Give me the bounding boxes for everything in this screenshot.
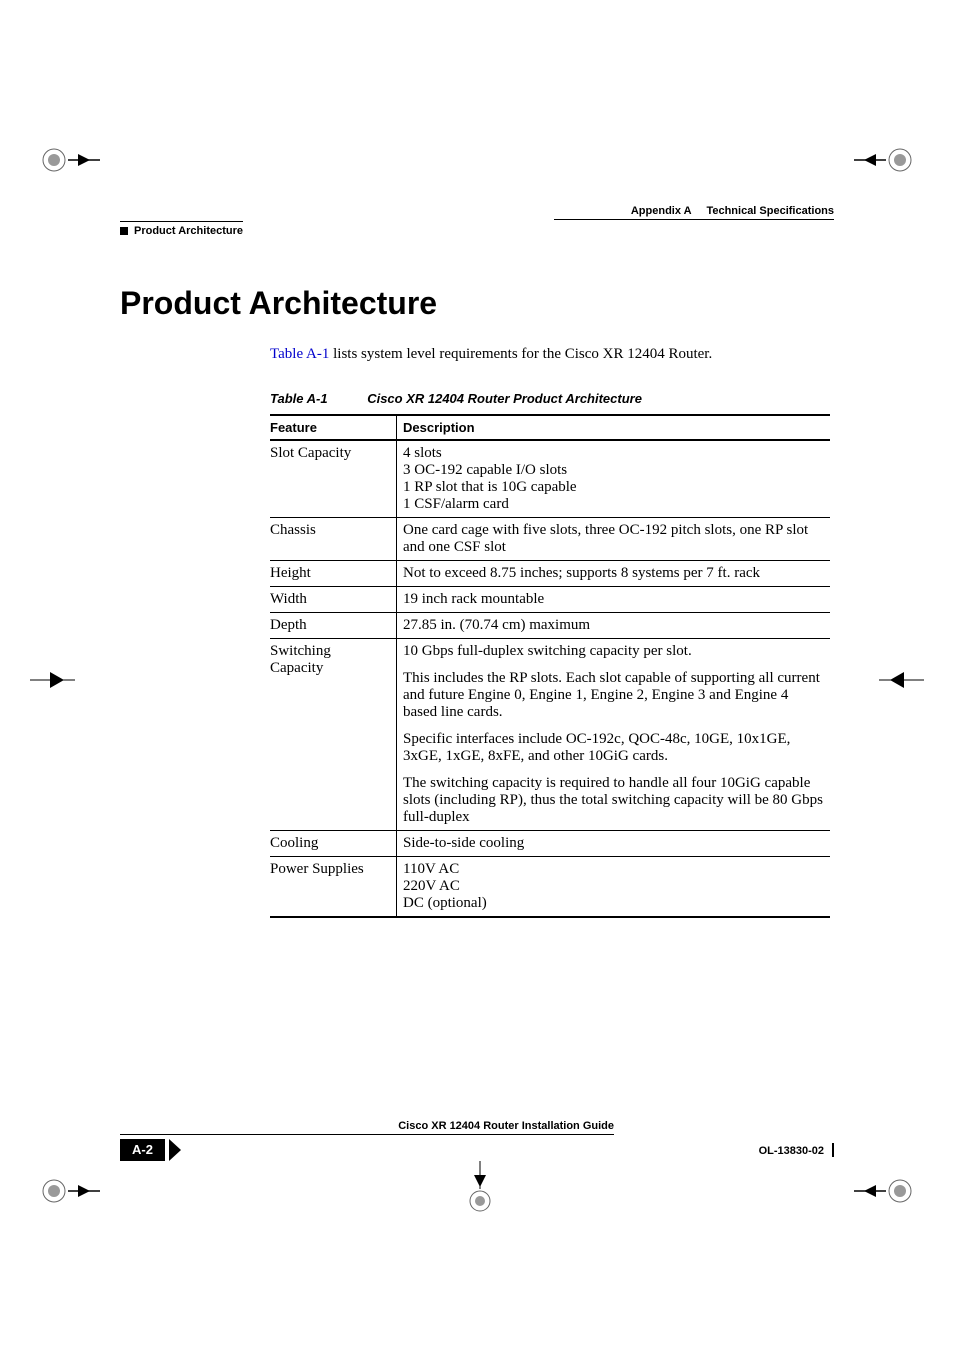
appendix-title: Technical Specifications (706, 205, 834, 217)
cell-feature: Depth (270, 613, 397, 639)
crop-mark-icon (450, 1161, 510, 1221)
crop-mark-icon (20, 650, 80, 710)
cell-description: Side-to-side cooling (397, 831, 831, 857)
cell-description: 27.85 in. (70.74 cm) maximum (397, 613, 831, 639)
cell-feature: Chassis (270, 518, 397, 561)
table-row: ChassisOne card cage with five slots, th… (270, 518, 830, 561)
crop-mark-icon (40, 130, 100, 190)
table-row: CoolingSide-to-side cooling (270, 831, 830, 857)
col-header-feature: Feature (270, 415, 397, 440)
page-title: Product Architecture (120, 285, 834, 322)
table-row: Slot Capacity4 slots3 OC-192 capable I/O… (270, 440, 830, 518)
crop-mark-icon (40, 1161, 100, 1221)
cell-description: 10 Gbps full-duplex switching capacity p… (397, 639, 831, 831)
table-xref-link[interactable]: Table A-1 (270, 346, 329, 362)
table-row: SwitchingCapacity10 Gbps full-duplex swi… (270, 639, 830, 831)
running-section-title: Product Architecture (134, 225, 243, 237)
table-caption-number: Table A-1 (270, 391, 328, 406)
cell-description: 110V AC220V ACDC (optional) (397, 857, 831, 918)
cell-description: One card cage with five slots, three OC-… (397, 518, 831, 561)
cell-description: Not to exceed 8.75 inches; supports 8 sy… (397, 561, 831, 587)
table-caption: Table A-1 Cisco XR 12404 Router Product … (270, 391, 834, 406)
page-footer: Cisco XR 12404 Router Installation Guide… (120, 1120, 834, 1161)
table-row: HeightNot to exceed 8.75 inches; support… (270, 561, 830, 587)
page-number-badge: A-2 (120, 1139, 165, 1161)
table-row: Width19 inch rack mountable (270, 587, 830, 613)
cell-feature: Slot Capacity (270, 440, 397, 518)
appendix-label: Appendix A (631, 205, 691, 217)
crop-mark-icon (854, 1161, 914, 1221)
spec-table: Feature Description Slot Capacity4 slots… (270, 414, 830, 918)
table-header-row: Feature Description (270, 415, 830, 440)
cell-description: 19 inch rack mountable (397, 587, 831, 613)
crop-mark-icon (854, 130, 914, 190)
crop-mark-icon (874, 650, 934, 710)
intro-text-body: lists system level requirements for the … (329, 346, 712, 362)
doc-id: OL-13830-02 (759, 1145, 824, 1157)
running-header-right: Appendix A Technical Specifications (554, 205, 834, 220)
table-caption-title: Cisco XR 12404 Router Product Architectu… (367, 391, 642, 406)
cell-feature: Power Supplies (270, 857, 397, 918)
footer-guide-title: Cisco XR 12404 Router Installation Guide (120, 1120, 614, 1135)
section-marker-icon (120, 227, 128, 235)
cell-feature: Width (270, 587, 397, 613)
intro-paragraph: Table A-1 lists system level requirement… (270, 346, 834, 363)
cell-description: 4 slots3 OC-192 capable I/O slots1 RP sl… (397, 440, 831, 518)
cell-feature: Height (270, 561, 397, 587)
col-header-description: Description (397, 415, 831, 440)
table-row: Power Supplies110V AC220V ACDC (optional… (270, 857, 830, 918)
table-row: Depth27.85 in. (70.74 cm) maximum (270, 613, 830, 639)
running-header-left: Product Architecture (120, 221, 243, 237)
cell-feature: Cooling (270, 831, 397, 857)
cell-feature: SwitchingCapacity (270, 639, 397, 831)
